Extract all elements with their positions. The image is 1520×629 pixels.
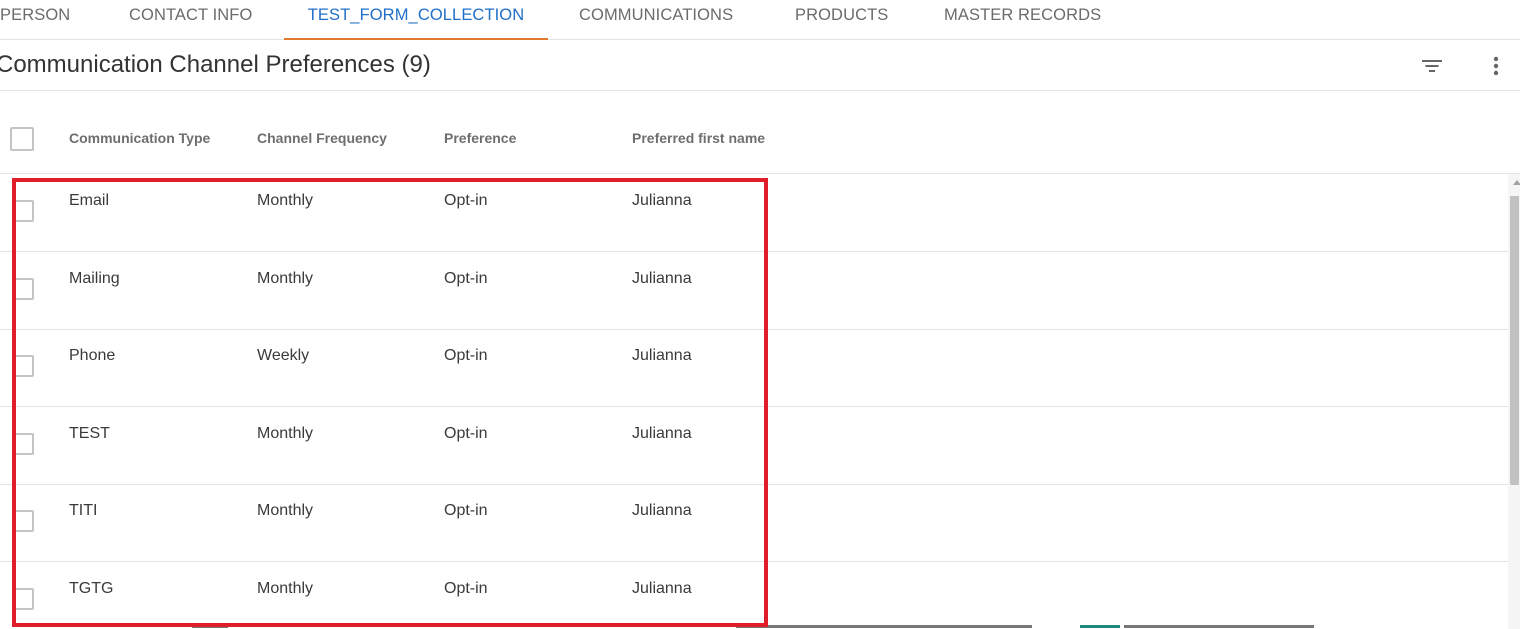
section-header: Communication Channel Preferences (9) [0, 40, 1520, 91]
table-body: Email Monthly Opt-in Julianna Mailing Mo… [0, 174, 1508, 629]
cutoff-text-fragment [192, 624, 228, 629]
table-row[interactable]: TGTG Monthly Opt-in Julianna [0, 562, 1508, 629]
more-vert-icon [1493, 56, 1499, 76]
tab-test-form-collection[interactable]: TEST_FORM_COLLECTION [284, 0, 548, 40]
cell-channel-frequency: Monthly [257, 425, 314, 442]
cell-channel-frequency: Monthly [257, 270, 314, 287]
cutoff-text-fragment [1124, 624, 1314, 629]
table-row[interactable]: Email Monthly Opt-in Julianna [0, 174, 1508, 252]
page-title: Communication Channel Preferences (9) [0, 51, 431, 78]
tab-products[interactable]: PRODUCTS [795, 0, 888, 40]
column-header-communication-type[interactable]: Communication Type [69, 130, 210, 146]
cell-preferred-first-name: Julianna [632, 270, 692, 287]
row-checkbox[interactable] [12, 278, 34, 300]
row-checkbox[interactable] [12, 588, 34, 610]
filter-button[interactable] [1418, 52, 1446, 80]
column-header-preferred-first-name[interactable]: Preferred first name [632, 130, 765, 146]
cutoff-text-fragment [736, 624, 1032, 629]
cell-channel-frequency: Weekly [257, 347, 310, 364]
cell-preference: Opt-in [444, 502, 488, 519]
cell-channel-frequency: Monthly [257, 502, 314, 519]
cell-communication-type: TGTG [69, 580, 114, 597]
tab-contact-info[interactable]: CONTACT INFO [129, 0, 252, 40]
tab-person[interactable]: PERSON [0, 0, 70, 40]
cell-preferred-first-name: Julianna [632, 580, 692, 597]
cell-channel-frequency: Monthly [257, 192, 314, 209]
more-options-button[interactable] [1482, 52, 1510, 80]
table-row[interactable]: Mailing Monthly Opt-in Julianna [0, 252, 1508, 330]
row-checkbox[interactable] [12, 355, 34, 377]
cell-communication-type: Mailing [69, 270, 120, 287]
select-all-checkbox[interactable] [10, 127, 34, 151]
cell-communication-type: Phone [69, 347, 116, 364]
column-header-preference[interactable]: Preference [444, 130, 516, 146]
table-header: Communication Type Channel Frequency Pre… [0, 91, 1520, 174]
filter-icon [1422, 60, 1442, 72]
cell-communication-type: TEST [69, 425, 110, 442]
cell-channel-frequency: Monthly [257, 580, 314, 597]
table-row[interactable]: Phone Weekly Opt-in Julianna [0, 329, 1508, 407]
cell-preferred-first-name: Julianna [632, 502, 692, 519]
tab-communications[interactable]: COMMUNICATIONS [579, 0, 733, 40]
cell-communication-type: Email [69, 192, 110, 209]
cell-preference: Opt-in [444, 192, 488, 209]
row-checkbox[interactable] [12, 433, 34, 455]
cell-preference: Opt-in [444, 270, 488, 287]
cell-preferred-first-name: Julianna [632, 192, 692, 209]
row-checkbox[interactable] [12, 510, 34, 532]
cell-communication-type: TITI [69, 502, 98, 519]
cell-preference: Opt-in [444, 580, 488, 597]
table-row[interactable]: TITI Monthly Opt-in Julianna [0, 484, 1508, 562]
scrollbar-thumb[interactable] [1510, 196, 1519, 485]
tab-master-records[interactable]: MASTER RECORDS [944, 0, 1101, 40]
row-checkbox[interactable] [12, 200, 34, 222]
table-row[interactable]: TEST Monthly Opt-in Julianna [0, 407, 1508, 485]
cutoff-text-fragment [1080, 624, 1120, 629]
column-header-channel-frequency[interactable]: Channel Frequency [257, 130, 387, 146]
cell-preference: Opt-in [444, 425, 488, 442]
tab-bar: PERSON CONTACT INFO TEST_FORM_COLLECTION… [0, 0, 1520, 40]
scroll-up-arrow-icon[interactable] [1513, 180, 1520, 185]
cell-preference: Opt-in [444, 347, 488, 364]
cell-preferred-first-name: Julianna [632, 347, 692, 364]
cell-preferred-first-name: Julianna [632, 425, 692, 442]
